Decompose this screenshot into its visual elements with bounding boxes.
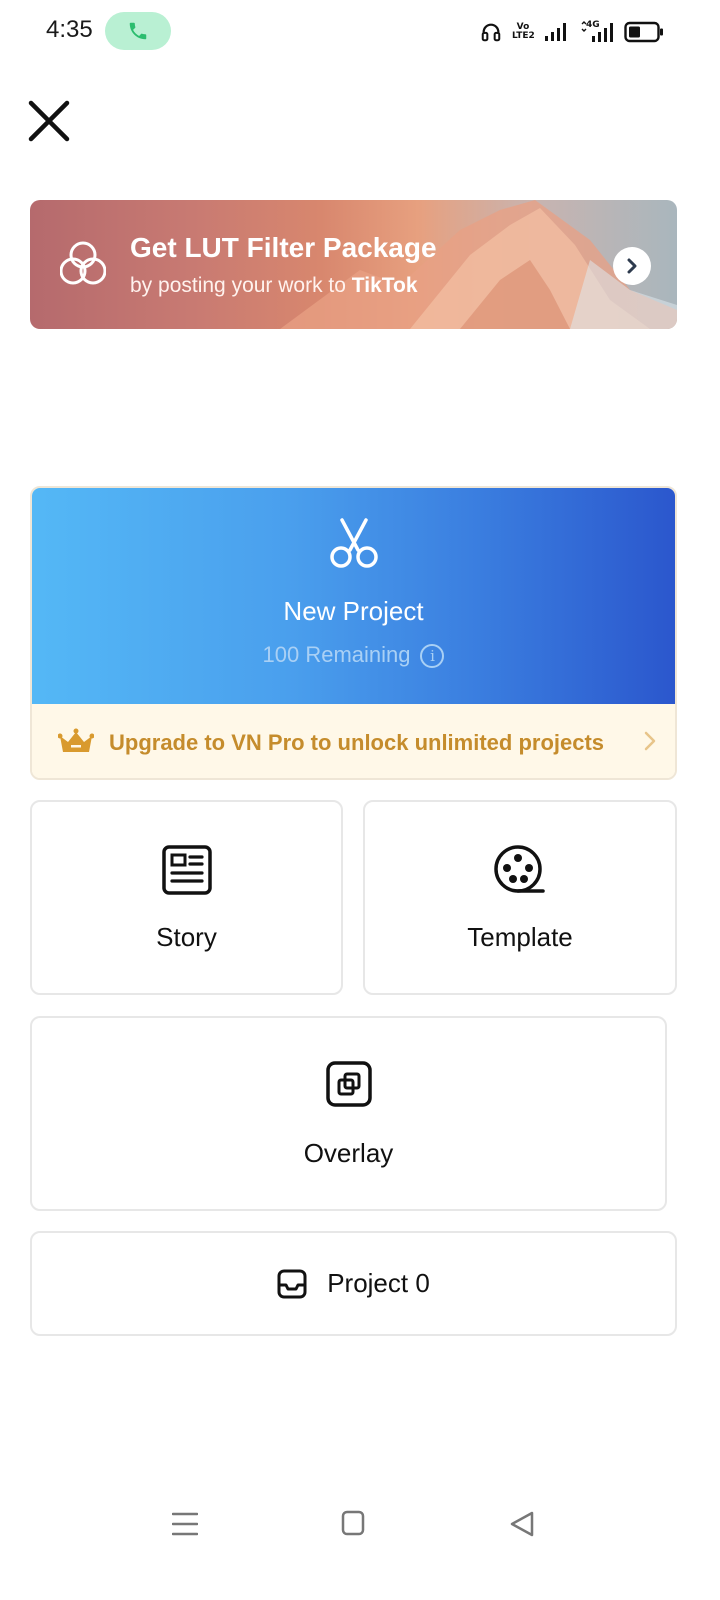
template-tile[interactable]: Template [363, 800, 677, 995]
battery-icon [624, 21, 663, 43]
home-icon[interactable] [341, 1510, 365, 1536]
menu-icon[interactable] [172, 1510, 198, 1538]
inbox-icon [277, 1269, 307, 1298]
banner-subtitle: by posting your work to TikTok [130, 274, 418, 297]
signal-4g-icon [581, 21, 613, 42]
remaining-count: 100 Remaining i [32, 642, 675, 669]
system-navigation-bar [0, 1490, 720, 1560]
banner-title: Get LUT Filter Package [130, 232, 437, 263]
overlay-label: Overlay [303, 1138, 394, 1168]
banner-arrow-button[interactable] [613, 247, 651, 285]
close-icon [28, 100, 70, 142]
projects-label: Project 0 [327, 1268, 430, 1298]
new-project-card: New Project 100 Remaining i Upgrade to VN… [30, 486, 677, 780]
film-reel-icon [494, 845, 545, 893]
signal-4g: 4G [580, 21, 614, 43]
back-icon[interactable] [509, 1510, 535, 1538]
story-icon [161, 845, 212, 895]
status-icons: Vo LTE2 4G [480, 18, 664, 46]
banner-brand: TikTok [351, 274, 418, 297]
story-tile[interactable]: Story [30, 800, 343, 995]
lut-logo-icon [60, 241, 106, 285]
info-icon[interactable]: i [420, 644, 445, 669]
phone-icon [129, 22, 147, 40]
upgrade-pro-row[interactable]: Upgrade to VN Pro to unlock unlimited pr… [32, 704, 675, 778]
chevron-right-icon [644, 731, 656, 751]
signal-icon [545, 23, 566, 41]
chevron-right-icon [627, 258, 637, 274]
close-button[interactable] [26, 98, 72, 144]
upgrade-text: Upgrade to VN Pro to unlock unlimited pr… [109, 730, 605, 755]
status-time: 4:35 [46, 16, 93, 43]
projects-button[interactable]: Project 0 [30, 1231, 677, 1336]
new-project-title: New Project [283, 596, 424, 626]
overlay-icon [325, 1061, 372, 1107]
volte-indicator: Vo LTE2 [512, 22, 535, 41]
mountain-image [280, 200, 677, 329]
headset-icon [481, 23, 501, 42]
overlay-tile[interactable]: Overlay [30, 1016, 667, 1211]
scissors-icon [330, 518, 378, 568]
crown-icon [58, 728, 94, 752]
status-bar: 4:35 Vo LTE2 4G [0, 0, 720, 64]
new-project-button[interactable]: New Project 100 Remaining i [32, 488, 675, 704]
template-label: Template [467, 922, 573, 952]
ongoing-call-pill[interactable] [105, 12, 171, 50]
story-label: Story [156, 922, 217, 952]
lut-filter-banner[interactable]: Get LUT Filter Package by posting your w… [30, 200, 677, 329]
